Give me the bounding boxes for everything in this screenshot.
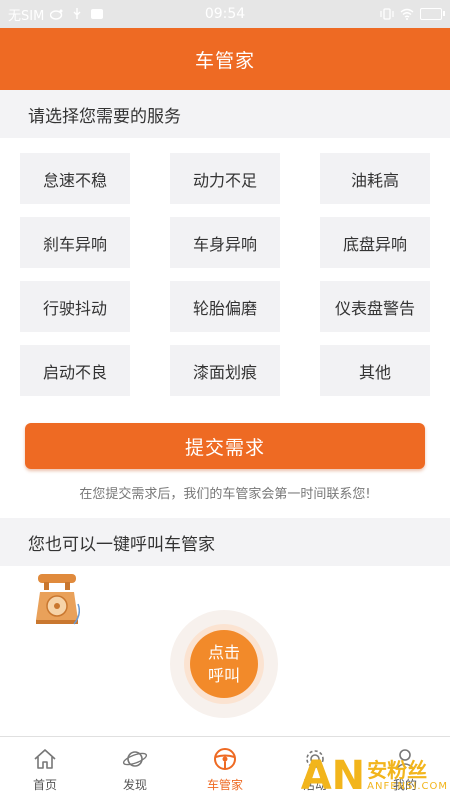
call-panel: 点击 呼叫 (0, 566, 450, 736)
tab-home[interactable]: 首页 (0, 737, 90, 801)
planet-icon (122, 750, 148, 767)
service-option[interactable]: 怠速不稳 (20, 153, 130, 204)
weibo-icon (50, 9, 63, 20)
service-panel: 怠速不稳 动力不足 油耗高 刹车异响 车身异响 底盘异响 行驶抖动 轮胎偏磨 仪… (0, 138, 450, 520)
vibrate-icon (380, 8, 394, 20)
telephone-icon (36, 574, 80, 625)
call-button-line2: 呼叫 (207, 666, 240, 685)
tab-label: 活动 (302, 777, 327, 792)
carrier-text: 无SIM (8, 8, 45, 24)
tab-mine[interactable]: 我的 (360, 737, 450, 801)
service-option[interactable]: 刹车异响 (20, 217, 130, 268)
tab-label: 车管家 (206, 777, 243, 792)
call-section-title: 您也可以一键呼叫车管家 (0, 518, 450, 566)
steering-wheel-icon (214, 747, 236, 770)
service-grid: 怠速不稳 动力不足 油耗高 刹车异响 车身异响 底盘异响 行驶抖动 轮胎偏磨 仪… (20, 153, 430, 396)
usb-icon (73, 8, 81, 19)
call-button-line1: 点击 (207, 643, 240, 662)
call-button[interactable]: 点击 呼叫 (190, 630, 258, 698)
tab-label: 我的 (392, 777, 417, 792)
service-option[interactable]: 底盘异响 (320, 217, 430, 268)
battery-icon (420, 8, 445, 20)
service-option[interactable]: 油耗高 (320, 153, 430, 204)
clock: 09:54 (204, 6, 246, 22)
service-option[interactable]: 车身异响 (170, 217, 280, 268)
tab-discover[interactable]: 发现 (90, 737, 180, 801)
service-option[interactable]: 动力不足 (170, 153, 280, 204)
services-section-title: 请选择您需要的服务 (0, 90, 450, 138)
bottom-tab-bar: 首页 发现 车管家 活动 我的 (0, 736, 450, 801)
tab-activity[interactable]: 活动 (270, 737, 360, 801)
status-bar: 无SIM 09:54 (0, 0, 450, 28)
notification-icon (91, 9, 104, 19)
tab-car-butler[interactable]: 车管家 (180, 737, 270, 801)
call-ring: 点击 呼叫 (170, 610, 278, 718)
service-option[interactable]: 仪表盘警告 (320, 281, 430, 332)
service-option[interactable]: 行驶抖动 (20, 281, 130, 332)
user-icon (395, 748, 415, 770)
wifi-icon (400, 8, 414, 20)
tab-label: 首页 (32, 777, 57, 792)
service-option[interactable]: 其他 (320, 345, 430, 396)
submit-hint: 在您提交需求后，我们的车管家会第一时间联系您! (79, 487, 371, 502)
service-option[interactable]: 漆面划痕 (170, 345, 280, 396)
tab-label: 发现 (122, 777, 147, 792)
page-title: 车管家 (0, 28, 450, 90)
service-option[interactable]: 轮胎偏磨 (170, 281, 280, 332)
submit-request-button[interactable]: 提交需求 (25, 423, 425, 469)
home-icon (34, 748, 56, 769)
gear-icon (306, 749, 324, 768)
service-option[interactable]: 启动不良 (20, 345, 130, 396)
